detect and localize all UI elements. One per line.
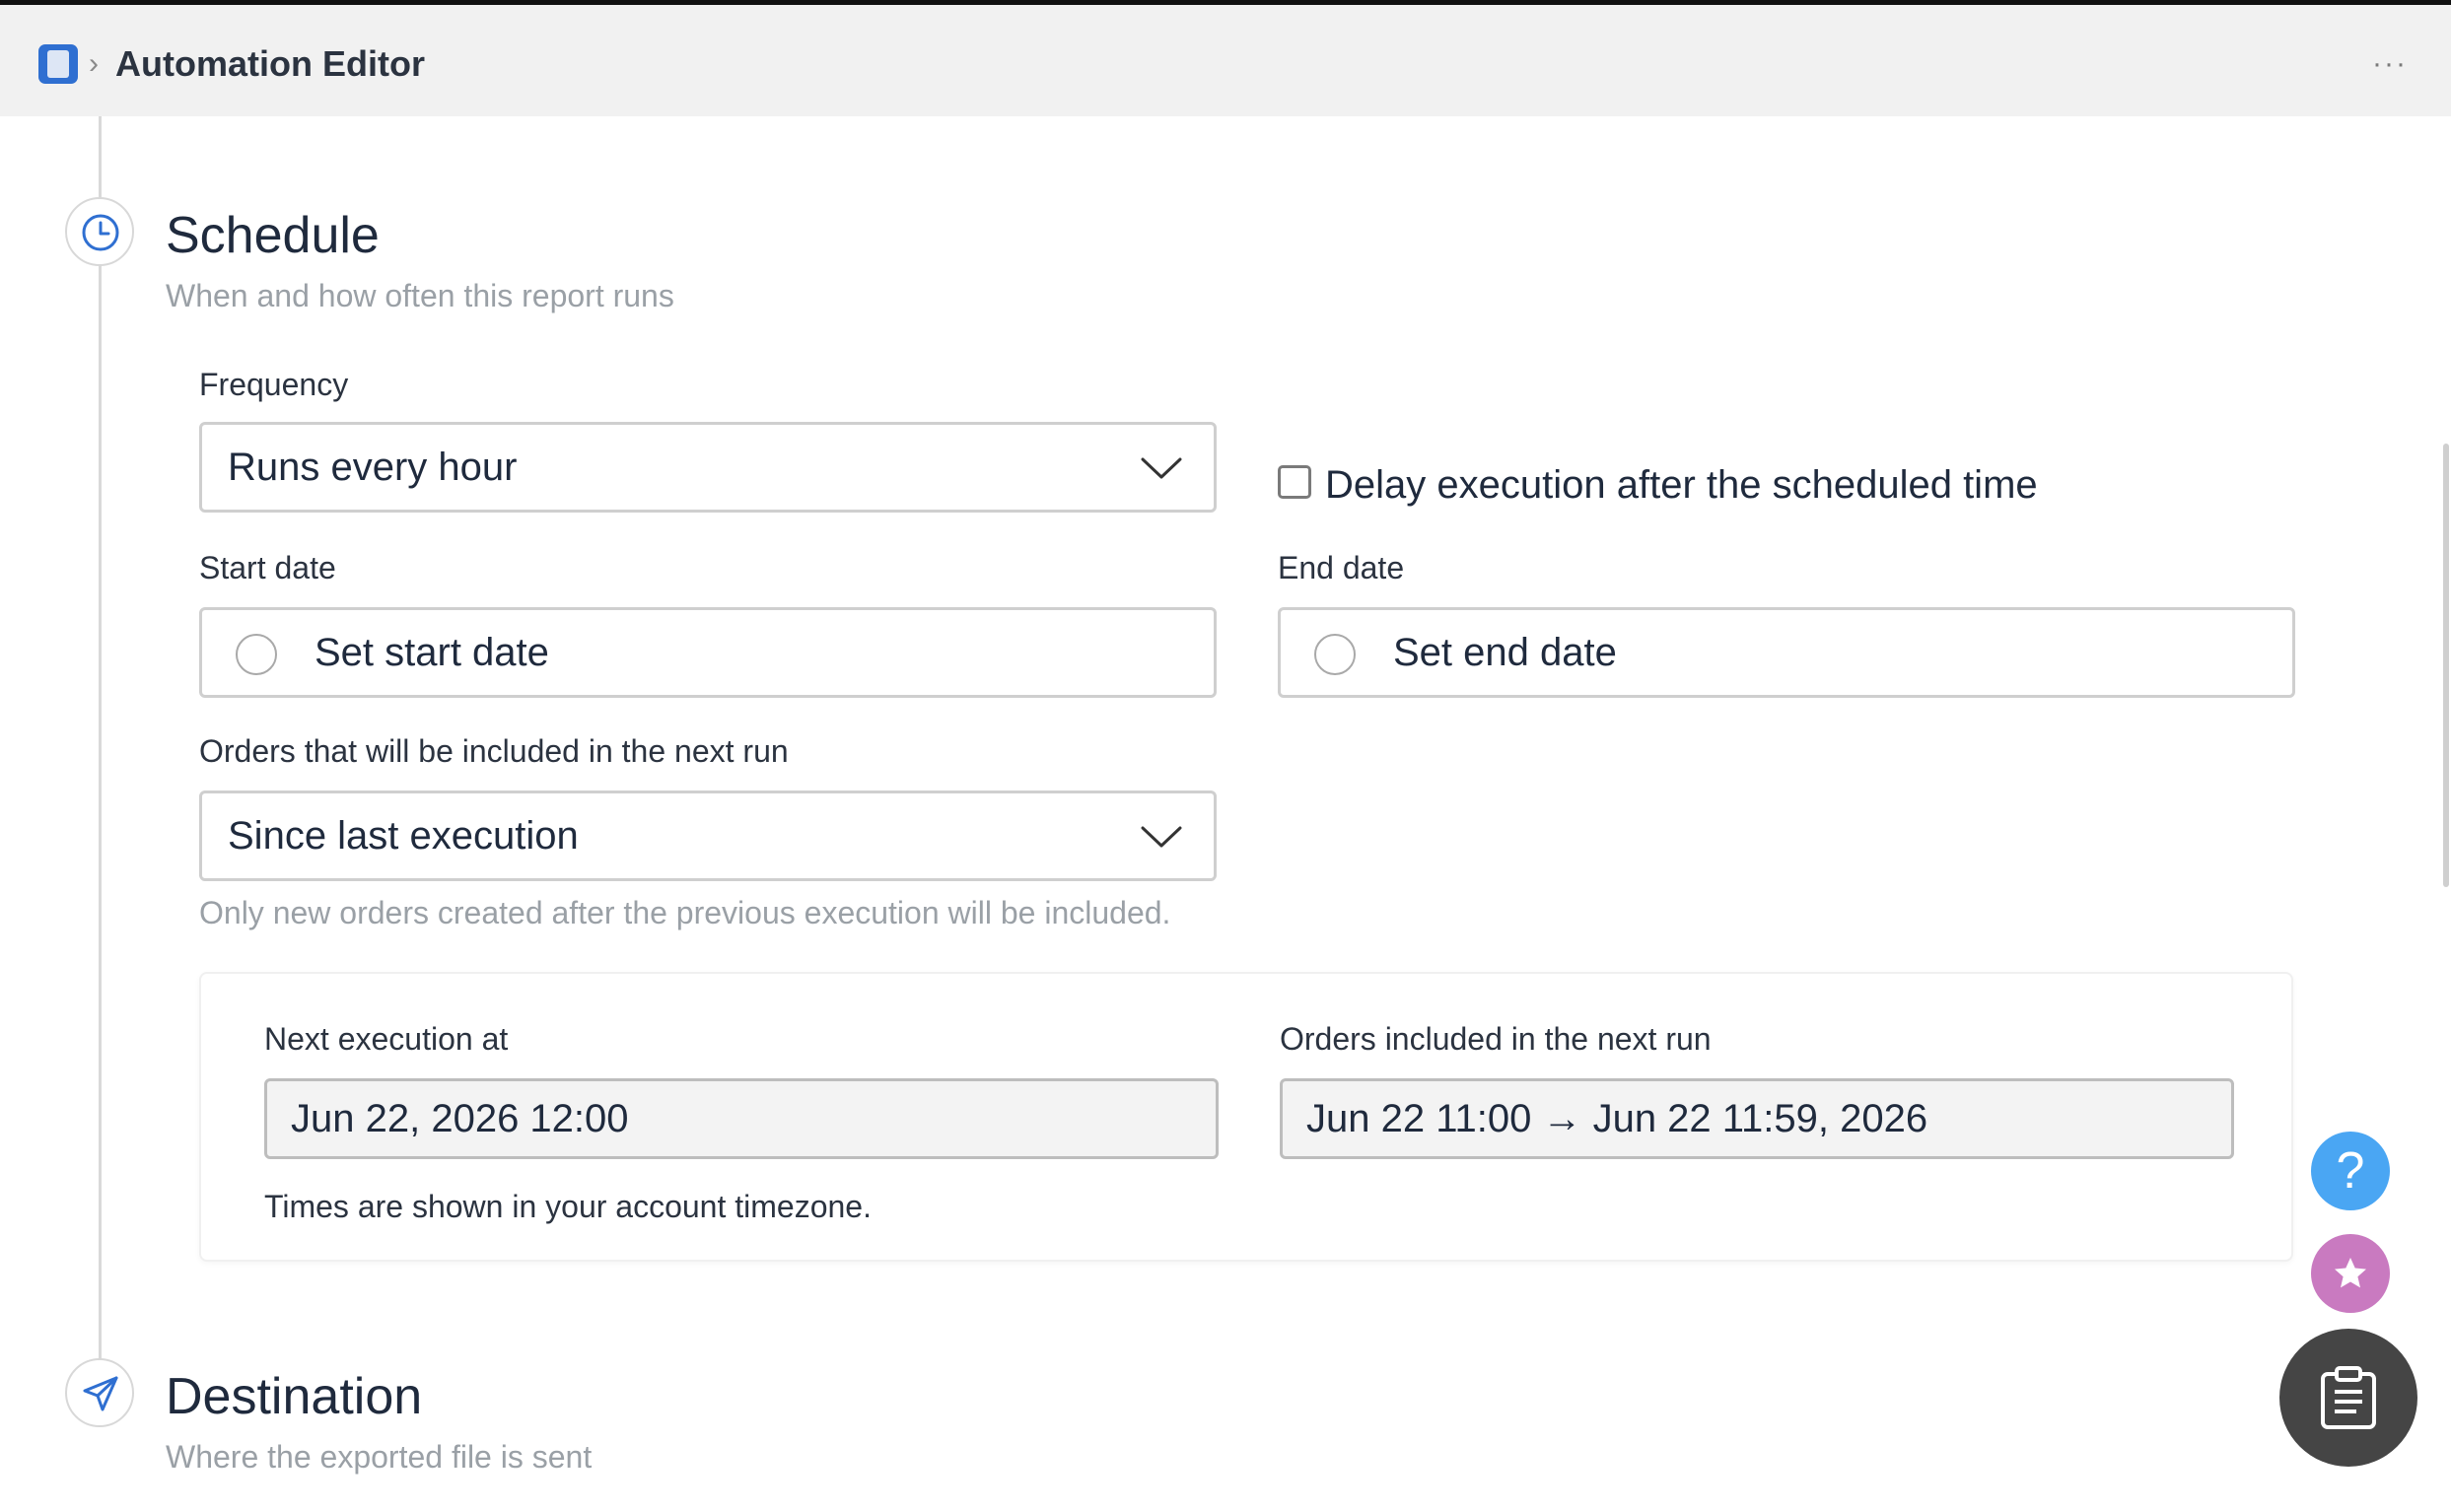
timezone-note: Times are shown in your account timezone… [264,1189,872,1224]
destination-section-subtitle: Where the exported file is sent [166,1439,593,1475]
favorite-button[interactable] [2311,1234,2390,1313]
next-run-summary-card: Next execution at Jun 22, 2026 12:00 Ord… [199,972,2293,1262]
page-title: Automation Editor [115,43,425,84]
frequency-value: Runs every hour [228,446,518,489]
page-scrollbar[interactable] [2443,444,2449,887]
destination-section-title: Destination [166,1368,423,1425]
orders-included-select[interactable]: Since last execution [199,790,1217,881]
start-date-label: Start date [199,550,336,585]
orders-included-label: Orders that will be included in the next… [199,733,789,769]
chevron-down-icon [1141,826,1182,848]
paper-plane-icon [83,1376,118,1411]
app-header: › Automation Editor ··· [0,5,2451,116]
orders-in-next-run-label: Orders included in the next run [1280,1021,1712,1057]
app-logo-icon[interactable] [38,44,78,84]
breadcrumb-separator: › [89,47,99,80]
schedule-step-marker [65,197,134,266]
start-date-radio[interactable] [236,634,277,675]
help-button[interactable]: ? [2311,1132,2390,1210]
next-execution-field: Jun 22, 2026 12:00 [264,1078,1219,1159]
delay-execution-checkbox[interactable] [1278,465,1311,499]
more-options-icon[interactable]: ··· [2372,44,2408,84]
orders-in-next-run-value: Jun 22 11:00 → Jun 22 11:59, 2026 [1306,1097,1928,1140]
delay-execution-label: Delay execution after the scheduled time [1325,463,2038,507]
start-date-placeholder: Set start date [315,631,549,674]
schedule-section-subtitle: When and how often this report runs [166,278,674,313]
start-date-field[interactable]: Set start date [199,607,1217,698]
frequency-select[interactable]: Runs every hour [199,422,1217,513]
clipboard-button[interactable] [2279,1329,2417,1467]
orders-included-hint: Only new orders created after the previo… [199,895,1171,930]
orders-in-next-run-field: Jun 22 11:00 → Jun 22 11:59, 2026 [1280,1078,2234,1159]
clipboard-icon [2321,1366,2376,1429]
destination-step-marker [65,1358,134,1427]
orders-included-value: Since last execution [228,814,579,858]
step-timeline [99,116,102,1378]
next-execution-value: Jun 22, 2026 12:00 [291,1097,629,1140]
schedule-section-title: Schedule [166,207,380,264]
chevron-down-icon [1141,457,1182,479]
clock-icon [82,214,119,251]
end-date-label: End date [1278,550,1405,585]
frequency-label: Frequency [199,367,349,402]
next-execution-label: Next execution at [264,1021,509,1057]
end-date-radio[interactable] [1314,634,1356,675]
end-date-placeholder: Set end date [1393,631,1617,674]
star-icon [2335,1258,2366,1288]
end-date-field[interactable]: Set end date [1278,607,2295,698]
